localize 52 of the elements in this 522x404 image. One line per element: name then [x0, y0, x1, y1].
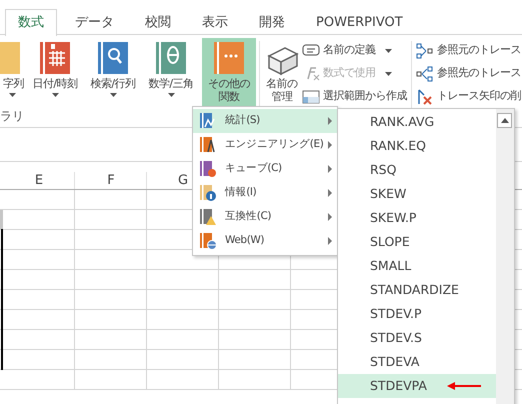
remove-arrows-icon — [416, 88, 434, 104]
menu-item[interactable]: エンジニアリング(E) — [193, 133, 337, 157]
submenu-arrow-icon — [328, 237, 332, 245]
compass-book-icon — [199, 136, 217, 154]
column-header[interactable]: G — [178, 172, 188, 190]
formula-auditing-button[interactable]: 参照先のトレース — [414, 62, 522, 85]
ribbon-tab[interactable]: 表示 — [189, 9, 241, 35]
function-library-button[interactable]: その他の 関数 — [202, 38, 256, 108]
ribbon-tab[interactable]: 開発 — [246, 9, 298, 35]
formula-auditing-button[interactable]: 参照元のトレース — [414, 39, 522, 62]
ribbon-tab[interactable]: データ — [62, 9, 127, 35]
menu-item[interactable]: 統計(S) — [193, 109, 337, 133]
column-header[interactable]: E — [34, 172, 44, 190]
function-library-button[interactable]: 検索/行列 — [86, 38, 140, 108]
scrollbar[interactable] — [496, 109, 514, 404]
table-select-icon — [302, 88, 320, 104]
info-book-icon — [199, 184, 217, 202]
ribbon-tab[interactable]: POWERPIVOT — [303, 9, 416, 35]
submenu-arrow-icon — [328, 213, 332, 221]
warning-book-icon — [199, 208, 217, 226]
calendar-icon — [38, 40, 72, 76]
chart-book-icon — [199, 112, 217, 130]
trace-dependents-icon — [416, 66, 434, 82]
name-tag-icon — [302, 42, 320, 58]
cube-book-icon — [199, 160, 217, 178]
globe-book-icon — [199, 232, 217, 250]
function-library-button[interactable]: 数学/三角 — [144, 38, 198, 108]
menu-item[interactable]: Web(W) — [193, 229, 337, 253]
trace-precedents-icon — [416, 42, 434, 58]
magnifier-book-icon — [96, 40, 130, 76]
function-library-button[interactable]: 字列 — [0, 38, 24, 108]
menu-item[interactable]: 互換性(C) — [193, 205, 337, 229]
ribbon-tab[interactable]: 校閲 — [132, 9, 184, 35]
up-arrow-icon — [500, 118, 508, 123]
formula-auditing-button[interactable]: トレース矢印の削 — [414, 85, 522, 108]
menu-item[interactable]: 情報(I) — [193, 181, 337, 205]
menu-item[interactable]: キューブ(C) — [193, 157, 337, 181]
submenu-arrow-icon — [328, 165, 332, 173]
submenu-arrow-icon — [328, 117, 332, 125]
dots-book-icon — [212, 40, 246, 76]
name-manager-button[interactable]: 名前の 管理 — [262, 35, 302, 105]
scroll-up-button[interactable] — [497, 113, 512, 128]
group-label: ラリ — [0, 108, 24, 125]
submenu-arrow-icon — [328, 141, 332, 149]
selected-cell[interactable] — [0, 210, 3, 229]
ribbon-tab[interactable]: 数式 — [5, 9, 57, 36]
theta-book-icon — [154, 40, 188, 76]
function-library-button[interactable]: 日付/時刻 — [28, 38, 82, 108]
defined-names-button[interactable]: 名前の定義 — [301, 39, 408, 62]
function-item[interactable]: STDEVPA — [338, 374, 496, 398]
submenu-arrow-icon — [328, 189, 332, 197]
column-header[interactable]: F — [107, 172, 115, 190]
